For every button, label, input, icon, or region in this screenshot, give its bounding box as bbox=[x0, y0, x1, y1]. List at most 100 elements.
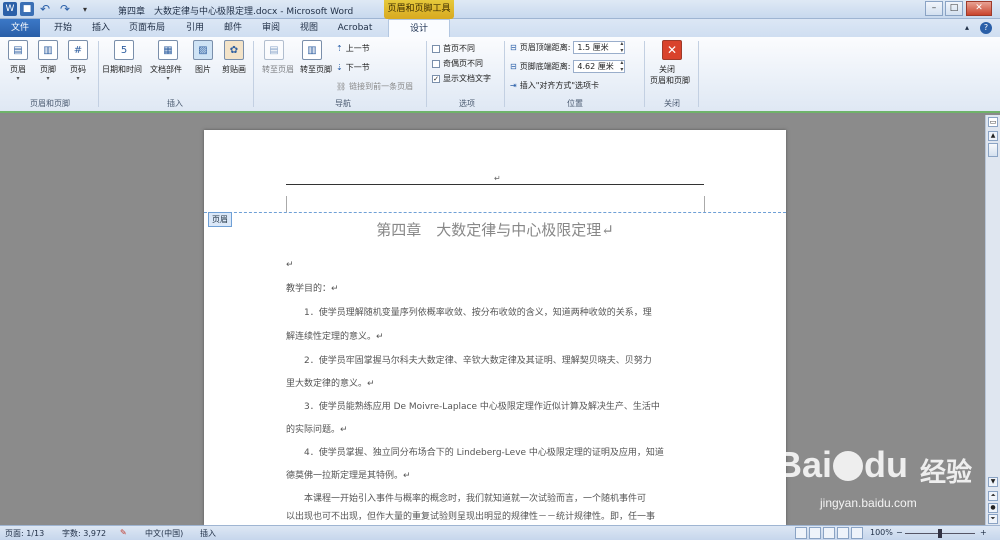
goto-header-button[interactable]: ▤ 转至页眉 bbox=[262, 40, 294, 75]
minimize-button[interactable]: – bbox=[925, 1, 943, 16]
watermark-cn: 经验 bbox=[920, 458, 973, 488]
zoom-out-button[interactable]: − bbox=[896, 528, 903, 537]
ribbon-tabs: 文件 开始 插入 页面布局 引用 邮件 审阅 视图 Acrobat 设计 ▴ ? bbox=[0, 19, 1000, 38]
link-to-previous-button[interactable]: ⛓ 链接到前一条页眉 bbox=[336, 81, 413, 92]
datetime-button[interactable]: 5 日期和时间 bbox=[102, 40, 142, 75]
chevron-down-icon: ▾ bbox=[46, 75, 50, 82]
word-count[interactable]: 字数: 3,972 bbox=[62, 528, 106, 539]
goto-footer-button[interactable]: ▥ 转至页脚 bbox=[300, 40, 332, 75]
language-indicator[interactable]: 中文(中国) bbox=[145, 528, 183, 539]
print-layout-icon[interactable] bbox=[795, 527, 807, 539]
close-header-footer-button[interactable]: ✕ 关闭 页眉和页脚 bbox=[650, 40, 690, 86]
doc-line: ↵ bbox=[286, 260, 294, 270]
next-section-icon: ⇣ bbox=[336, 63, 343, 72]
group-divider bbox=[253, 41, 254, 107]
header-top-distance: ⊟ 页眉顶端距离: 1.5 厘米 bbox=[510, 40, 626, 54]
margin-corner bbox=[286, 196, 287, 212]
doc-line: 的实际问题。↵ bbox=[286, 425, 348, 435]
footer-bottom-distance: ⊟ 页脚底端距离: 4.62 厘米 bbox=[510, 59, 626, 73]
save-icon[interactable]: ■ bbox=[20, 2, 34, 16]
word-app-icon[interactable]: W bbox=[3, 2, 17, 16]
ribbon-collapse-icon[interactable]: ▴ bbox=[960, 19, 974, 37]
group-divider bbox=[98, 41, 99, 107]
header-position-icon: ⊟ bbox=[510, 43, 517, 52]
ruler-toggle-icon[interactable]: ▭ bbox=[988, 117, 998, 127]
clipart-button[interactable]: ✿ 剪贴画 bbox=[222, 40, 246, 75]
redo-icon[interactable]: ↷ bbox=[58, 2, 72, 16]
help-icon[interactable]: ? bbox=[978, 19, 994, 37]
draft-icon[interactable] bbox=[851, 527, 863, 539]
tab-acrobat[interactable]: Acrobat bbox=[332, 19, 378, 37]
customize-qat-icon[interactable]: ▾ bbox=[78, 2, 92, 16]
prev-section-icon: ⇡ bbox=[336, 44, 343, 53]
group-label-header-footer: 页眉和页脚 bbox=[30, 99, 70, 108]
close-window-button[interactable]: ✕ bbox=[966, 1, 992, 16]
footer-bottom-spinner[interactable]: 4.62 厘米 bbox=[573, 59, 626, 73]
close-icon: ✕ bbox=[662, 40, 682, 60]
group-label-navigation: 导航 bbox=[335, 99, 351, 108]
page-count[interactable]: 页面: 1/13 bbox=[5, 528, 44, 539]
show-document-text-checkbox[interactable]: ✓ 显示文档文字 bbox=[432, 73, 491, 84]
web-layout-icon[interactable] bbox=[823, 527, 835, 539]
proofing-icon[interactable]: ✎ bbox=[120, 528, 127, 537]
header-button[interactable]: ▤ 页眉 ▾ bbox=[6, 40, 30, 82]
group-divider bbox=[644, 41, 645, 107]
tab-insert[interactable]: 插入 bbox=[84, 19, 118, 37]
doc-line: 4．使学员掌握、独立同分布场合下的 Lindeberg-Leve 中心极限定理的… bbox=[286, 448, 664, 458]
picture-button[interactable]: ▨ 图片 bbox=[191, 40, 215, 75]
group-divider bbox=[426, 41, 427, 107]
footer-button[interactable]: ▥ 页脚 ▾ bbox=[36, 40, 60, 82]
ribbon-design: ▤ 页眉 ▾ ▥ 页脚 ▾ # 页码 ▾ 页眉和页脚 5 日期和时间 ▦ 文档部… bbox=[0, 37, 1000, 113]
margin-corner bbox=[704, 196, 705, 212]
different-first-page-checkbox[interactable]: 首页不同 bbox=[432, 43, 475, 54]
tab-mailings[interactable]: 邮件 bbox=[216, 19, 250, 37]
prev-section-button[interactable]: ⇡ 上一节 bbox=[336, 43, 370, 54]
header-top-spinner[interactable]: 1.5 厘米 bbox=[573, 40, 626, 54]
tab-layout[interactable]: 页面布局 bbox=[124, 19, 170, 37]
zoom-in-button[interactable]: + bbox=[980, 528, 987, 537]
zoom-slider-thumb[interactable] bbox=[938, 529, 942, 538]
page-number-icon: # bbox=[68, 40, 88, 60]
tab-references[interactable]: 引用 bbox=[178, 19, 212, 37]
tab-file[interactable]: 文件 bbox=[0, 19, 40, 37]
scroll-thumb[interactable] bbox=[988, 143, 998, 157]
doc-line: 解连续性定理的意义。↵ bbox=[286, 332, 384, 342]
picture-icon: ▨ bbox=[193, 40, 213, 60]
zoom-level[interactable]: 100% bbox=[870, 528, 893, 537]
alignment-tab-icon: ⇥ bbox=[510, 81, 517, 90]
insert-alignment-tab-button[interactable]: ⇥ 插入"对齐方式"选项卡 bbox=[510, 80, 599, 91]
document-page[interactable]: ↵ 页眉 第四章 大数定律与中心极限定理↵ ↵ 教学目的：↵ 1．使学员理解随机… bbox=[204, 130, 786, 525]
title-bar: W ■ ↶ ↷ ▾ 第四章 大数定律与中心极限定理.docx - Microso… bbox=[0, 0, 1000, 19]
group-label-options: 选项 bbox=[459, 99, 475, 108]
context-tab-header: 页眉和页脚工具 bbox=[384, 0, 454, 19]
clipart-icon: ✿ bbox=[224, 40, 244, 60]
chevron-down-icon: ▾ bbox=[76, 75, 80, 82]
insert-mode[interactable]: 插入 bbox=[200, 528, 216, 539]
doc-line: 2．使学员牢固掌握马尔科夫大数定律、辛钦大数定律及其证明、理解契贝晓夫、贝努力 bbox=[286, 356, 652, 366]
tab-review[interactable]: 审阅 bbox=[254, 19, 288, 37]
header-paragraph-mark: ↵ bbox=[494, 174, 501, 183]
scroll-up-icon[interactable]: ▲ bbox=[988, 131, 998, 141]
group-divider bbox=[698, 41, 699, 107]
different-odd-even-checkbox[interactable]: 奇偶页不同 bbox=[432, 58, 483, 69]
tab-design[interactable]: 设计 bbox=[388, 19, 450, 38]
group-label-insert: 插入 bbox=[167, 99, 183, 108]
group-label-position: 位置 bbox=[567, 99, 583, 108]
checkmark-icon: ✓ bbox=[432, 74, 440, 83]
doc-line: 德莫佛一拉斯定理是其特例。↵ bbox=[286, 471, 411, 481]
doc-line: 教学目的：↵ bbox=[286, 284, 339, 294]
docparts-button[interactable]: ▦ 文档部件 ▾ bbox=[150, 40, 182, 82]
tab-home[interactable]: 开始 bbox=[46, 19, 80, 37]
doc-line: 里大数定律的意义。↵ bbox=[286, 379, 375, 389]
status-bar: 页面: 1/13 字数: 3,972 ✎ 中文(中国) 插入 100% − + bbox=[0, 525, 1000, 540]
footer-icon: ▥ bbox=[38, 40, 58, 60]
undo-icon[interactable]: ↶ bbox=[38, 2, 52, 16]
next-section-button[interactable]: ⇣ 下一节 bbox=[336, 62, 370, 73]
maximize-button[interactable]: □ bbox=[945, 1, 963, 16]
document-title: 第四章 大数定律与中心极限定理↵ bbox=[376, 221, 614, 239]
outline-icon[interactable] bbox=[837, 527, 849, 539]
full-screen-icon[interactable] bbox=[809, 527, 821, 539]
tab-view[interactable]: 视图 bbox=[292, 19, 326, 37]
doc-line: 1．使学员理解随机变量序列依概率收敛、按分布收敛的含义，知道两种收敛的关系，理 bbox=[286, 308, 652, 318]
page-number-button[interactable]: # 页码 ▾ bbox=[66, 40, 90, 82]
